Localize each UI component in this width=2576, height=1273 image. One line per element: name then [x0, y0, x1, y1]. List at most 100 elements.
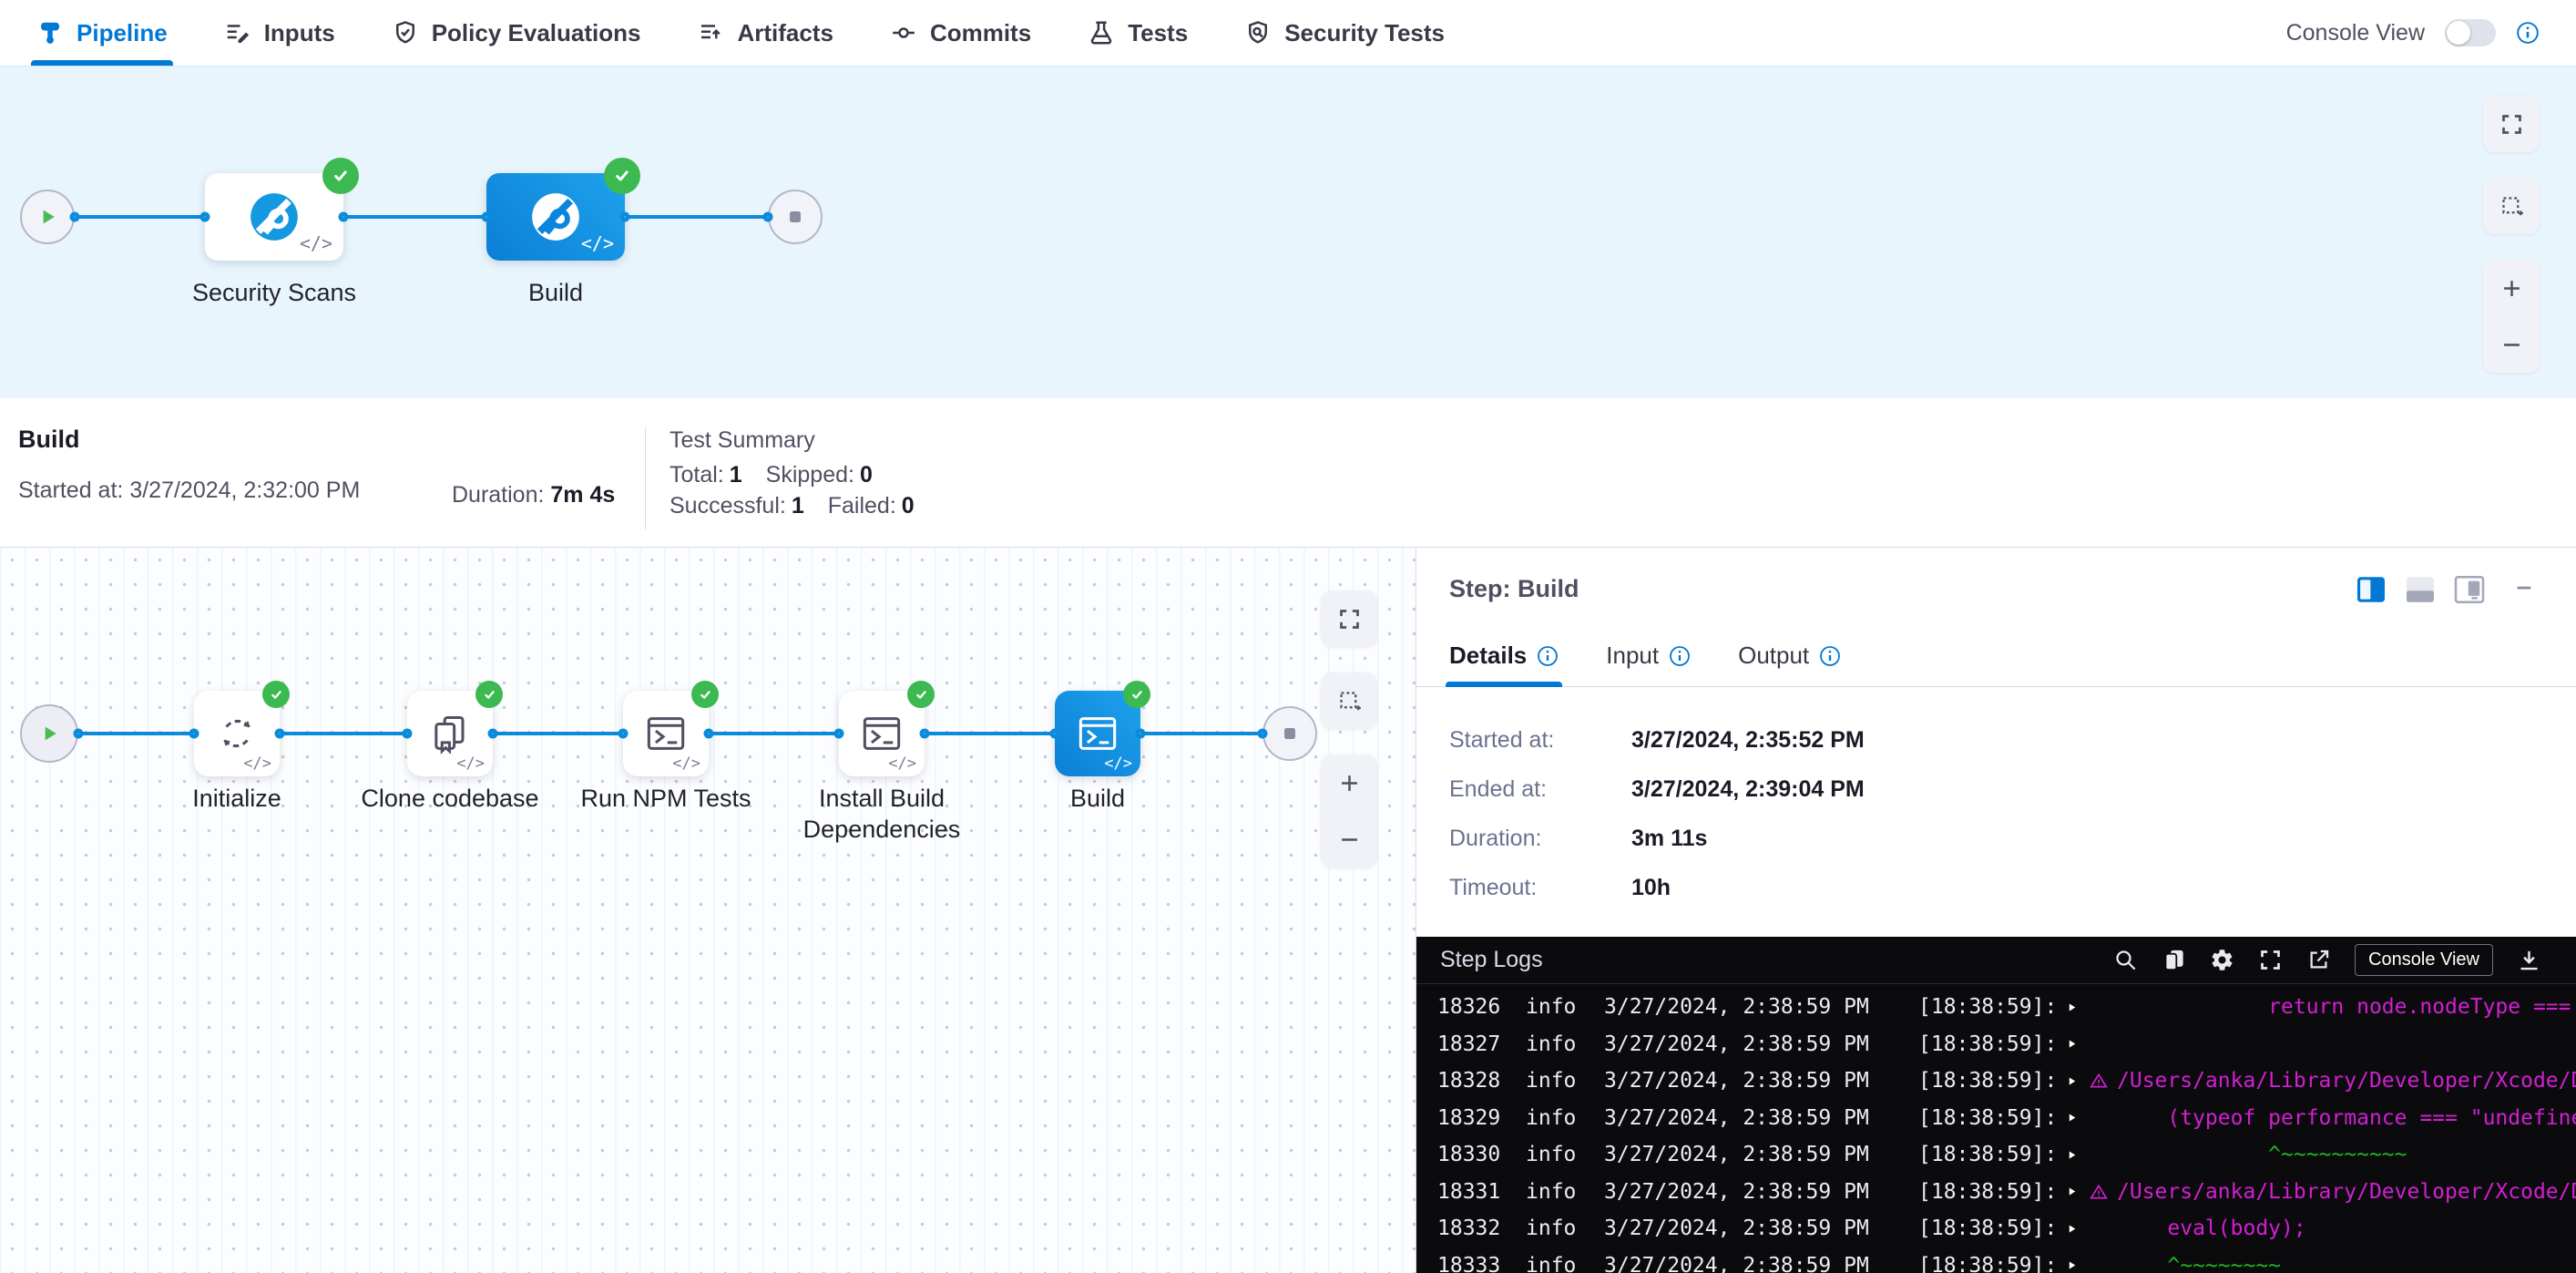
fullscreen-button[interactable]	[2483, 96, 2540, 152]
code-icon: </>	[672, 755, 700, 773]
caret-right-icon[interactable]	[2066, 1112, 2090, 1124]
download-button[interactable]	[2517, 948, 2541, 972]
panel-tab-label: Output	[1738, 642, 1809, 670]
tab-input[interactable]: Input	[1606, 642, 1691, 686]
edge	[1140, 732, 1262, 735]
settings-button[interactable]	[2210, 948, 2234, 972]
layout-right-icon	[2454, 576, 2485, 603]
caret-right-icon[interactable]	[2066, 1001, 2090, 1013]
log-row[interactable]: 18333 info 3/27/2024, 2:38:59 PM [18:38:…	[1416, 1247, 2576, 1273]
stage-label: Security Scans	[138, 279, 411, 307]
console-view-toggle[interactable]	[2445, 19, 2496, 46]
success-badge	[475, 681, 503, 708]
ci-scan-icon	[527, 189, 584, 245]
end-node	[1262, 706, 1317, 761]
play-icon	[37, 722, 61, 745]
tab-security-tests[interactable]: Security Tests	[1244, 0, 1445, 66]
code-icon: </>	[456, 755, 485, 773]
zoom-in-button[interactable]	[1321, 755, 1377, 811]
marquee-select-button[interactable]	[2483, 178, 2540, 234]
warning-icon	[2090, 1072, 2117, 1090]
tab-tests[interactable]: Tests	[1088, 0, 1188, 66]
marquee-select-button[interactable]	[1321, 672, 1377, 729]
copy-button[interactable]	[2162, 948, 2186, 972]
stage-node-security-scans[interactable]: </>	[205, 173, 343, 261]
stage-title: Build	[18, 426, 452, 454]
caret-right-icon[interactable]	[2066, 1038, 2090, 1050]
log-row[interactable]: 18330 info 3/27/2024, 2:38:59 PM [18:38:…	[1416, 1136, 2576, 1174]
console-view-button[interactable]: Console View	[2355, 944, 2493, 976]
log-line-number: 18330	[1437, 1143, 1506, 1166]
minimize-button[interactable]	[2509, 576, 2540, 603]
log-row[interactable]: 18327 info 3/27/2024, 2:38:59 PM [18:38:…	[1416, 1026, 2576, 1063]
caret-right-icon[interactable]	[2066, 1186, 2090, 1197]
caret-right-icon[interactable]	[2066, 1149, 2090, 1161]
caret-right-icon[interactable]	[2066, 1223, 2090, 1235]
step-node-run-npm-tests[interactable]: </>	[623, 691, 709, 776]
tab-output[interactable]: Output	[1738, 642, 1841, 686]
check-icon	[269, 687, 284, 703]
log-row[interactable]: 18326 info 3/27/2024, 2:38:59 PM [18:38:…	[1416, 989, 2576, 1026]
ci-scan-icon	[246, 189, 302, 245]
step-node-build[interactable]: </>	[1055, 691, 1140, 776]
check-icon	[1130, 687, 1145, 703]
log-row[interactable]: 18328 info 3/27/2024, 2:38:59 PM [18:38:…	[1416, 1063, 2576, 1100]
log-row[interactable]: 18331 info 3/27/2024, 2:38:59 PM [18:38:…	[1416, 1174, 2576, 1211]
tab-details[interactable]: Details	[1449, 642, 1559, 686]
code-icon: </>	[888, 755, 916, 773]
marquee-select-icon	[2499, 194, 2524, 219]
log-row[interactable]: 18332 info 3/27/2024, 2:38:59 PM [18:38:…	[1416, 1210, 2576, 1247]
expand-button[interactable]	[2258, 948, 2283, 972]
edge	[280, 732, 407, 735]
layout-bottom-button[interactable]	[2405, 576, 2436, 603]
step-node-clone-codebase[interactable]: </>	[407, 691, 493, 776]
logs-toolbar: Console View	[2113, 944, 2541, 976]
log-level: info	[1526, 1106, 1582, 1130]
zoom-out-button[interactable]	[2483, 316, 2540, 373]
success-badge	[322, 158, 359, 194]
layout-left-button[interactable]	[2356, 576, 2387, 603]
fullscreen-icon	[2499, 112, 2524, 137]
step-node-install-build-dependencies[interactable]: </>	[839, 691, 925, 776]
tab-pipeline[interactable]: Pipeline	[36, 0, 168, 66]
caret-right-icon[interactable]	[2066, 1075, 2090, 1087]
search-button[interactable]	[2113, 948, 2138, 972]
terminal-icon	[1072, 708, 1123, 759]
port	[704, 729, 714, 739]
layout-left-icon	[2356, 576, 2387, 603]
clone-icon	[424, 708, 475, 759]
success-badge	[262, 681, 290, 708]
detail-row: Duration: 3m 11s	[1449, 826, 2543, 852]
info-icon	[1669, 645, 1691, 667]
port	[763, 212, 773, 222]
port	[488, 729, 498, 739]
tab-policy-evaluations[interactable]: Policy Evaluations	[392, 0, 641, 66]
fullscreen-button[interactable]	[1321, 590, 1377, 647]
log-level: info	[1526, 1032, 1582, 1056]
info-icon[interactable]	[2516, 21, 2540, 45]
log-row[interactable]: 18329 info 3/27/2024, 2:38:59 PM [18:38:…	[1416, 1100, 2576, 1137]
edge	[78, 732, 194, 735]
layout-right-button[interactable]	[2454, 576, 2485, 603]
nav-tab-label: Artifacts	[737, 19, 833, 47]
stage-node-build[interactable]: </>	[486, 173, 625, 261]
tab-commits[interactable]: Commits	[890, 0, 1031, 66]
step-node-initialize[interactable]: </>	[194, 691, 280, 776]
port	[620, 212, 630, 222]
play-icon	[36, 205, 59, 229]
caret-right-icon[interactable]	[2066, 1259, 2090, 1271]
log-date: 3/27/2024, 2:38:59 PM	[1604, 1180, 1918, 1204]
end-node	[768, 190, 823, 244]
step-panel-tabs: Details Input Output	[1416, 603, 2576, 687]
tab-inputs[interactable]: Inputs	[224, 0, 335, 66]
log-time: [18:38:59]:	[1918, 1217, 2057, 1240]
port	[403, 729, 413, 739]
tab-artifacts[interactable]: Artifacts	[697, 0, 833, 66]
pipeline-icon	[36, 19, 64, 46]
port	[834, 729, 844, 739]
zoom-in-button[interactable]	[2483, 260, 2540, 316]
log-message: eval(body);	[2117, 1217, 2576, 1240]
port	[339, 212, 349, 222]
external-link-button[interactable]	[2306, 948, 2331, 972]
zoom-out-button[interactable]	[1321, 811, 1377, 867]
